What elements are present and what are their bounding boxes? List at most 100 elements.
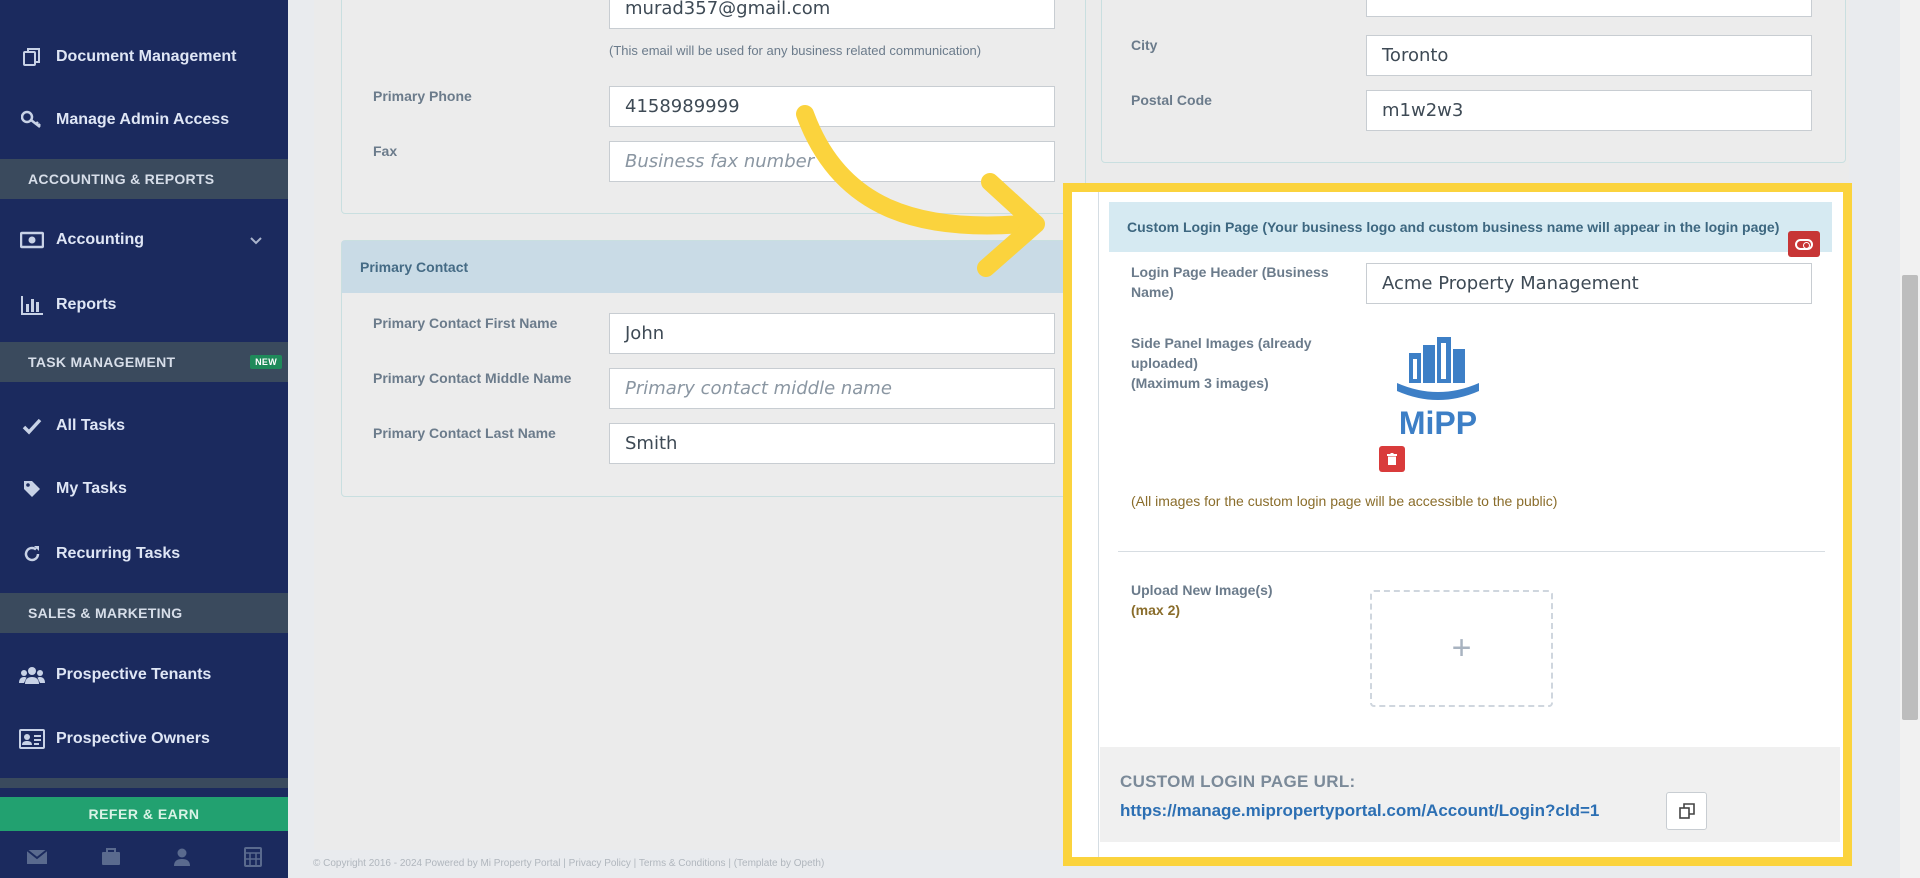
trash-icon [1387, 453, 1397, 465]
sidebar-item-reports[interactable]: Reports [0, 277, 288, 333]
scrollbar-thumb[interactable] [1902, 275, 1918, 720]
sidebar-item-my-tasks[interactable]: My Tasks [0, 461, 288, 517]
sidebar-item-document-management[interactable]: Document Management [0, 29, 288, 85]
login-url-section [1100, 747, 1840, 842]
sidebar-item-label: My Tasks [56, 480, 127, 497]
login-header-value: Acme Property Management [1382, 273, 1639, 294]
side-panel-images-label: Side Panel Images (already uploaded) (Ma… [1131, 333, 1312, 393]
sidebar-item-label: Accounting [56, 231, 144, 248]
sidebar-item-label: Recurring Tasks [56, 545, 181, 562]
sidebar-item-accounting[interactable]: Accounting [0, 212, 288, 268]
sidebar-item-prospective-tenants[interactable]: Prospective Tenants [0, 647, 288, 703]
copy-icon [1678, 803, 1695, 819]
bar-chart-icon [18, 295, 46, 315]
refresh-icon [18, 544, 46, 564]
callout-arrow [796, 105, 1045, 277]
copy-icon [18, 47, 46, 67]
upload-label: Upload New Image(s) (max 2) [1131, 580, 1273, 620]
chevron-down-icon [250, 232, 262, 248]
id-card-icon [18, 729, 46, 749]
sidebar-item-label: Document Management [56, 48, 237, 65]
login-header-label-line2: Name) [1131, 284, 1174, 300]
refer-earn-label: REFER & EARN [88, 806, 200, 822]
middle-name-field[interactable]: Primary contact middle name [609, 368, 1055, 409]
tag-icon [18, 479, 46, 499]
mipp-logo-image: MiPP [1393, 333, 1483, 443]
city-value: Toronto [1382, 45, 1449, 66]
sidebar-item-label: Manage Admin Access [56, 111, 230, 128]
sidebar-footer-icons [0, 840, 288, 878]
sidebar-item-recurring-tasks[interactable]: Recurring Tasks [0, 526, 288, 582]
copy-url-button[interactable] [1666, 792, 1707, 830]
login-header-label: Login Page Header (Business Name) [1131, 262, 1329, 302]
email-note: (This email will be used for any busines… [609, 43, 982, 58]
new-badge: NEW [250, 355, 282, 369]
card-border [1098, 192, 1099, 857]
user-icon[interactable] [173, 848, 191, 871]
login-header-field[interactable]: Acme Property Management [1366, 263, 1812, 304]
phone-value: 4158989999 [625, 96, 740, 117]
check-icon [18, 417, 46, 435]
section-label: TASK MANAGEMENT [28, 354, 176, 370]
address-panel [1101, 0, 1846, 163]
first-name-label: Primary Contact First Name [373, 315, 558, 331]
middle-name-placeholder: Primary contact middle name [625, 378, 892, 399]
calculator-icon[interactable] [243, 846, 262, 872]
login-url-link[interactable]: https://manage.mipropertyportal.com/Acco… [1120, 801, 1599, 821]
sidebar-item-all-tasks[interactable]: All Tasks [0, 398, 288, 454]
divider [1118, 551, 1825, 552]
sidebar-item-manage-admin-access[interactable]: Manage Admin Access [0, 92, 288, 148]
city-label: City [1131, 37, 1158, 53]
postal-code-field[interactable]: m1w2w3 [1366, 90, 1812, 131]
key-icon [18, 110, 46, 130]
email-value: murad357@gmail.com [625, 0, 831, 19]
middle-name-label: Primary Contact Middle Name [373, 370, 572, 386]
sidebar-item-label: Reports [56, 296, 117, 313]
upload-max-note: (max 2) [1131, 602, 1181, 618]
postal-code-value: m1w2w3 [1382, 100, 1464, 121]
toggle-icon [1795, 238, 1813, 250]
fax-label: Fax [373, 143, 398, 159]
custom-login-title: Custom Login Page (Your business logo an… [1127, 219, 1780, 235]
briefcase-icon[interactable] [101, 847, 121, 871]
sidebar-item-label: Prospective Tenants [56, 666, 212, 683]
sidebar-item-prospective-owners[interactable]: Prospective Owners [0, 711, 288, 767]
users-icon [18, 665, 46, 685]
last-name-field[interactable]: Smith [609, 423, 1055, 464]
section-divider [0, 778, 288, 788]
side-panel-label-line3: (Maximum 3 images) [1131, 375, 1269, 391]
section-sales-marketing: SALES & MARKETING [0, 593, 288, 633]
custom-login-header: Custom Login Page (Your business logo an… [1109, 202, 1832, 252]
last-name-value: Smith [625, 433, 678, 454]
upload-image-dropzone[interactable]: + [1370, 590, 1553, 707]
envelope-icon[interactable] [26, 848, 48, 870]
login-url-label: CUSTOM LOGIN PAGE URL: [1120, 772, 1356, 791]
primary-contact-title: Primary Contact [360, 259, 469, 275]
upload-label-text: Upload New Image(s) [1131, 582, 1273, 598]
phone-label: Primary Phone [373, 88, 472, 104]
toggle-custom-login-button[interactable] [1788, 231, 1820, 257]
building-logo-icon [1397, 337, 1479, 400]
section-label: SALES & MARKETING [28, 605, 183, 621]
postal-code-label: Postal Code [1131, 92, 1212, 108]
section-accounting-reports: ACCOUNTING & REPORTS [0, 159, 288, 199]
money-icon [18, 231, 46, 249]
delete-image-button[interactable] [1379, 446, 1405, 472]
section-label: ACCOUNTING & REPORTS [28, 171, 215, 187]
section-task-management: TASK MANAGEMENT NEW [0, 342, 288, 382]
footer-copyright: © Copyright 2016 - 2024 Powered by Mi Pr… [313, 858, 825, 869]
logo-text: MiPP [1398, 405, 1478, 441]
plus-icon: + [1451, 629, 1472, 667]
refer-earn-button[interactable]: REFER & EARN [0, 797, 288, 831]
sidebar-item-label: Prospective Owners [56, 730, 210, 747]
side-panel-label-line2: uploaded) [1131, 355, 1198, 371]
first-name-field[interactable]: John [609, 313, 1055, 354]
sidebar-item-label: All Tasks [56, 417, 126, 434]
email-field[interactable]: murad357@gmail.com [609, 0, 1055, 29]
side-panel-label-line1: Side Panel Images (already [1131, 335, 1312, 351]
address-field[interactable] [1366, 0, 1812, 17]
login-header-label-line1: Login Page Header (Business [1131, 264, 1329, 280]
city-field[interactable]: Toronto [1366, 35, 1812, 76]
sidebar: Document Management Manage Admin Access … [0, 0, 288, 878]
public-images-note: (All images for the custom login page wi… [1131, 493, 1558, 509]
